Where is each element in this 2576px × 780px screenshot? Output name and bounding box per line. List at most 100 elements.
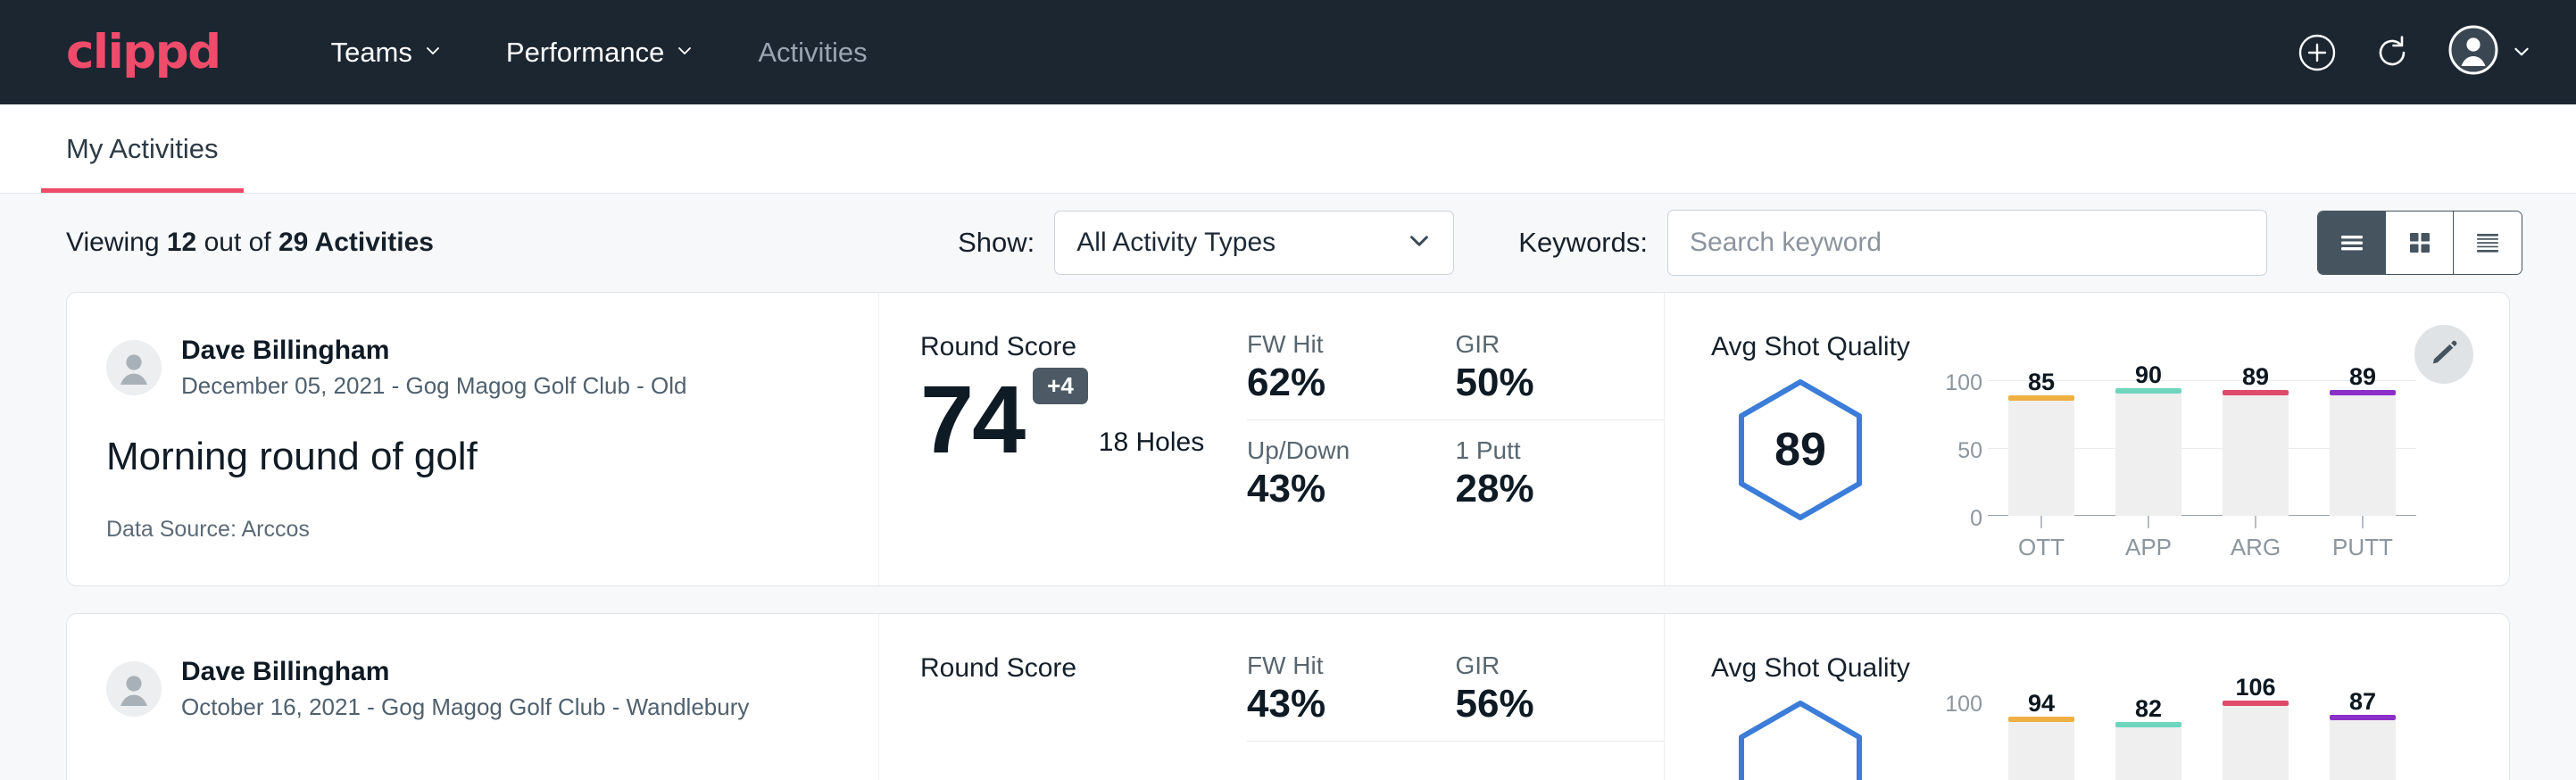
stat-value: 43% xyxy=(1247,682,1415,726)
bar-value-label: 89 xyxy=(2242,363,2269,391)
bar-cap xyxy=(2115,388,2181,394)
filter-toolbar: Viewing 12 out of 29 Activities Show: Al… xyxy=(0,194,2576,292)
chevron-down-icon xyxy=(1407,228,1432,258)
nav-item-label: Activities xyxy=(758,37,867,69)
refresh-icon[interactable] xyxy=(2372,33,2412,72)
avg-shot-quality-block: Avg Shot Quality 89 100 50 0 xyxy=(1665,293,2509,585)
search-keyword-box[interactable] xyxy=(1667,210,2267,276)
stat-1-putt xyxy=(1456,742,1665,758)
bar xyxy=(2115,394,2181,516)
chart-y-axis: 100 50 0 xyxy=(1929,380,1988,516)
stat-label: FW Hit xyxy=(1247,330,1415,359)
bar-group-app[interactable]: 82 xyxy=(2095,701,2202,780)
shot-quality-hexagon xyxy=(1724,694,1877,780)
bar-group-putt[interactable]: 89 xyxy=(2309,380,2416,516)
shot-quality-bar-chart: 100 94 82 xyxy=(1929,691,2416,780)
bar-group-ott[interactable]: 94 xyxy=(1988,701,2095,780)
round-score-row: 74 +4 18 Holes xyxy=(920,375,1236,463)
stat-gir: GIR 56% xyxy=(1456,651,1665,742)
avg-shot-quality-body: 89 100 50 0 xyxy=(1711,369,2509,561)
round-score-block: Round Score xyxy=(879,614,1236,780)
detail-view-button[interactable] xyxy=(2454,212,2522,274)
shot-quality-value: 89 xyxy=(1774,423,1826,477)
plus-circle-icon[interactable] xyxy=(2298,33,2337,72)
bar-group-ott[interactable]: 85 xyxy=(1988,380,2095,516)
chart-plot-area: 85 90 89 89 xyxy=(1988,380,2416,561)
bar-group-app[interactable]: 90 xyxy=(2095,380,2202,516)
bar xyxy=(2223,395,2289,516)
viewing-prefix: Viewing xyxy=(66,228,167,257)
search-input[interactable] xyxy=(1690,228,2245,258)
activity-title: Morning round of golf xyxy=(106,435,839,479)
activity-card-list: Dave Billingham December 05, 2021 - Gog … xyxy=(0,292,2576,780)
activity-author: Dave Billingham October 16, 2021 - Gog M… xyxy=(106,655,839,722)
bar-group-arg[interactable]: 106 xyxy=(2202,701,2309,780)
chevron-down-icon xyxy=(424,42,442,60)
pencil-icon xyxy=(2429,337,2459,372)
y-tick-label: 100 xyxy=(1945,372,1982,394)
round-stats-grid: FW Hit 62% GIR 50% Up/Down 43% 1 Putt 28… xyxy=(1236,293,1665,585)
activity-meta: December 05, 2021 - Gog Magog Golf Club … xyxy=(181,371,687,402)
chevron-down-icon xyxy=(2512,42,2530,60)
stat-value: 28% xyxy=(1456,467,1624,511)
app-logo[interactable]: clippd xyxy=(66,29,220,76)
activity-card[interactable]: Dave Billingham October 16, 2021 - Gog M… xyxy=(66,613,2510,780)
top-navbar: clippd Teams Performance Activities xyxy=(0,0,2576,104)
chart-x-labels: OTT APP ARG PUTT xyxy=(1988,534,2416,561)
view-mode-toggle xyxy=(2317,211,2522,275)
stat-value: 43% xyxy=(1247,467,1415,511)
bar-value-label: 89 xyxy=(2349,363,2376,391)
stat-value: 50% xyxy=(1456,361,1624,405)
bar xyxy=(2008,401,2074,516)
nav-item-label: Teams xyxy=(331,37,412,69)
tab-my-activities[interactable]: My Activities xyxy=(41,133,244,193)
bar-value-label: 87 xyxy=(2349,688,2376,716)
bar-value-label: 85 xyxy=(2028,369,2055,396)
grid-view-button[interactable] xyxy=(2386,212,2454,274)
activity-info: Dave Billingham December 05, 2021 - Gog … xyxy=(67,293,879,585)
keywords-label: Keywords: xyxy=(1518,227,1648,259)
round-score-label: Round Score xyxy=(920,332,1236,362)
bar-group-putt[interactable]: 87 xyxy=(2309,701,2416,780)
bar-group-arg[interactable]: 89 xyxy=(2202,380,2309,516)
stat-label: GIR xyxy=(1456,330,1624,359)
avg-shot-quality-label: Avg Shot Quality xyxy=(1711,332,2509,362)
viewing-total: 29 Activities xyxy=(278,228,434,257)
x-tick-label: ARG xyxy=(2202,534,2309,561)
chart-plot-area: 94 82 106 8 xyxy=(1988,701,2416,780)
stat-label: 1 Putt xyxy=(1456,436,1624,465)
bar-cap xyxy=(2008,717,2074,722)
round-stats-grid: FW Hit 43% GIR 56% xyxy=(1236,614,1665,780)
player-name: Dave Billingham xyxy=(181,334,687,368)
nav-item-performance[interactable]: Performance xyxy=(474,37,726,69)
round-score-label: Round Score xyxy=(920,653,1236,684)
nav-item-teams[interactable]: Teams xyxy=(299,37,474,69)
activity-type-value: All Activity Types xyxy=(1076,228,1276,258)
nav-item-activities[interactable]: Activities xyxy=(726,37,899,69)
bar-cap xyxy=(2330,715,2396,720)
stat-value: 56% xyxy=(1456,682,1624,726)
stat-value: 62% xyxy=(1247,361,1415,405)
bar-value-label: 90 xyxy=(2135,361,2162,389)
activity-info: Dave Billingham October 16, 2021 - Gog M… xyxy=(67,614,879,780)
activity-type-select[interactable]: All Activity Types xyxy=(1054,211,1454,275)
bar xyxy=(2115,727,2181,780)
round-holes: 18 Holes xyxy=(1099,427,1204,458)
avatar-menu[interactable] xyxy=(2447,24,2530,80)
avatar xyxy=(106,340,162,395)
chart-x-ticks xyxy=(1988,516,2416,528)
edit-activity-button[interactable] xyxy=(2414,325,2473,384)
stat-fw-hit: FW Hit 62% xyxy=(1247,330,1456,420)
bar xyxy=(2223,706,2289,780)
avatar xyxy=(106,661,162,717)
round-score-block: Round Score 74 +4 18 Holes xyxy=(879,293,1236,585)
activity-card[interactable]: Dave Billingham December 05, 2021 - Gog … xyxy=(66,292,2510,586)
list-view-button[interactable] xyxy=(2318,212,2386,274)
bar xyxy=(2008,722,2074,780)
stat-1-putt: 1 Putt 28% xyxy=(1456,420,1665,511)
activity-data-source: Data Source: Arccos xyxy=(106,517,310,543)
avg-shot-quality-body: 100 94 82 xyxy=(1711,691,2509,780)
bar-cap xyxy=(2330,390,2396,395)
shot-quality-hexagon: 89 xyxy=(1724,373,1877,527)
chart-bars: 94 82 106 8 xyxy=(1988,701,2416,780)
